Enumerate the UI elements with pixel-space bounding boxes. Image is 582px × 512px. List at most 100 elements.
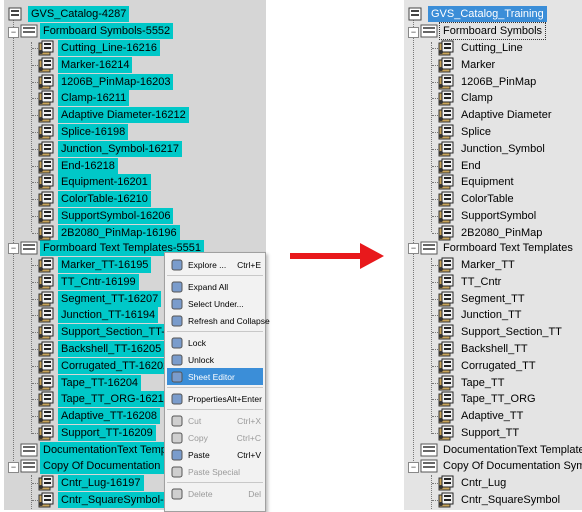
tree-item[interactable]: Segment_TT: [438, 291, 528, 307]
tree-item[interactable]: Backshell_TT: [438, 341, 531, 357]
right-tree-panel: GVS_Catalog_Training − Formboard Symbols…: [404, 0, 582, 510]
symbol-sheet-icon: [438, 425, 454, 441]
tree-item[interactable]: 2B2080_PinMap-16196: [38, 224, 180, 241]
collapse-icon[interactable]: −: [8, 243, 19, 254]
symbol-sheet-icon: [438, 257, 454, 273]
tree-folder-formboard-symbols[interactable]: Formboard Symbols: [420, 22, 547, 40]
tree-item[interactable]: SupportSymbol-16206: [38, 208, 174, 224]
menu-item[interactable]: Sheet Editor: [167, 368, 263, 385]
tree-item[interactable]: 1206B_PinMap-16203: [38, 73, 174, 90]
tree-item[interactable]: Marker: [438, 57, 498, 73]
tree-item[interactable]: 2B2080_PinMap: [438, 225, 545, 241]
symbol-sheet-icon: [438, 291, 454, 307]
tree-item[interactable]: Tape_TT: [438, 375, 507, 391]
tree-item[interactable]: Cntr_Lug-16197: [38, 475, 144, 491]
tree-item-label: Corrugated_TT: [461, 359, 536, 372]
tree-item[interactable]: Tape_TT_ORG-16213: [38, 391, 173, 408]
copy-icon: [170, 431, 184, 445]
symbol-sheet-icon: [438, 391, 454, 407]
tree-item-label: Adaptive_TT: [461, 410, 524, 423]
tree-item-label: TT_Cntr: [461, 275, 502, 288]
tree-item[interactable]: Marker-16214: [38, 56, 133, 73]
tree-item[interactable]: TT_Cntr: [438, 274, 504, 290]
tree-item[interactable]: Tape_TT-16204: [38, 374, 142, 391]
tree-item-label: Backshell_TT: [461, 343, 528, 355]
tree-root[interactable]: GVS_Catalog_Training: [408, 6, 547, 22]
tree-item[interactable]: Segment_TT-16207: [38, 290, 162, 307]
tree-item[interactable]: Adaptive Diameter: [438, 107, 555, 123]
tree-item[interactable]: Corrugated_TT: [438, 358, 539, 374]
tree-item-label: ColorTable-16210: [58, 191, 151, 208]
tree-folder-documentation-text-templates[interactable]: DocumentationText Templates: [420, 442, 582, 458]
tree-item[interactable]: Support_Section_TT: [438, 324, 565, 340]
tree-item[interactable]: Cntr_SquareSymbol: [438, 492, 563, 508]
menu-item[interactable]: Paste Special: [167, 463, 263, 480]
tree-item[interactable]: Cutting_Line-16216: [38, 40, 161, 56]
menu-item[interactable]: Expand All: [167, 278, 263, 295]
symbol-sheet-icon: [38, 191, 54, 207]
tree-item-label: Support_Section_TT: [461, 326, 562, 339]
tree-item[interactable]: Junction_TT-16194: [38, 307, 159, 324]
menu-item-label: Copy: [188, 432, 208, 443]
tree-item[interactable]: Splice: [438, 124, 494, 140]
symbol-sheet-icon: [38, 225, 54, 241]
menu-item[interactable]: Unlock: [167, 351, 263, 368]
tree-item[interactable]: Equipment-16201: [38, 174, 151, 191]
folder-label: DocumentationText Templates: [443, 444, 582, 456]
tree-folder-formboard-text-templates[interactable]: Formboard Text Templates: [420, 240, 576, 256]
symbol-sheet-icon: [38, 57, 54, 73]
symbol-sheet-icon: [38, 408, 54, 424]
tree-item[interactable]: End-16218: [38, 157, 118, 174]
menu-item[interactable]: Lock: [167, 334, 263, 351]
tree-item[interactable]: Support_TT-16209: [38, 425, 156, 441]
menu-item[interactable]: Copy Ctrl+C: [167, 429, 263, 446]
menu-item[interactable]: Cut Ctrl+X: [167, 412, 263, 429]
collapse-icon[interactable]: −: [408, 243, 419, 254]
tree-item[interactable]: Adaptive Diameter-16212: [38, 107, 189, 124]
tree-item[interactable]: Splice-16198: [38, 124, 129, 140]
tree-item-label: Segment_TT: [461, 292, 525, 305]
tree-item[interactable]: End: [438, 158, 484, 174]
tree-item[interactable]: Junction_Symbol-16217: [38, 140, 183, 157]
tree-item[interactable]: Corrugated_TT-16202: [38, 357, 173, 374]
symbol-sheet-icon: [38, 274, 54, 290]
tree-item[interactable]: Clamp-16211: [38, 90, 130, 107]
tree-item[interactable]: Adaptive_TT-16208: [38, 408, 161, 425]
collapse-icon[interactable]: −: [408, 462, 419, 473]
tree-item[interactable]: Clamp: [438, 90, 496, 106]
symbol-sheet-icon: [438, 274, 454, 290]
tree-item[interactable]: Cntr_Lug: [438, 475, 509, 491]
menu-separator: [167, 275, 263, 276]
symbol-sheet-icon: [38, 208, 54, 224]
tree-item[interactable]: Adaptive_TT: [438, 408, 526, 424]
tree-item[interactable]: Backshell_TT-16205: [38, 341, 165, 357]
collapse-icon[interactable]: −: [8, 462, 19, 473]
collapse-icon[interactable]: −: [8, 27, 19, 38]
menu-item[interactable]: Delete Del: [167, 485, 263, 502]
tree-item[interactable]: 1206B_PinMap: [438, 74, 539, 90]
tree-item[interactable]: ColorTable: [438, 191, 517, 207]
tree-item[interactable]: Tape_TT_ORG: [438, 391, 539, 407]
tree-root[interactable]: GVS_Catalog-4287: [8, 6, 130, 22]
tree-item[interactable]: Equipment: [438, 174, 517, 190]
tree-item[interactable]: TT_Cntr-16199: [38, 273, 139, 290]
tree-item[interactable]: Marker_TT-16195: [38, 257, 152, 273]
menu-item-shortcut: Ctrl+X: [237, 415, 261, 426]
tree-folder-copy-of-documentation[interactable]: Copy Of Documentation Symbols: [420, 458, 582, 474]
tree-item[interactable]: SupportSymbol: [438, 208, 539, 224]
menu-item[interactable]: Paste Ctrl+V: [167, 446, 263, 463]
tree-item[interactable]: Junction_TT: [438, 307, 525, 323]
tree-item[interactable]: Marker_TT: [438, 257, 518, 273]
tree-folder-formboard-symbols[interactable]: Formboard Symbols-5552: [20, 23, 174, 39]
menu-item[interactable]: Explore ... Ctrl+E: [167, 256, 263, 273]
menu-item[interactable]: Properties Alt+Enter: [167, 390, 263, 407]
delete-icon: [170, 487, 184, 501]
tree-item[interactable]: ColorTable-16210: [38, 191, 151, 208]
menu-item[interactable]: Refresh and Collapse: [167, 312, 270, 329]
menu-item[interactable]: Select Under...: [167, 295, 263, 312]
tree-item[interactable]: Support_TT: [438, 425, 522, 441]
symbol-sheet-icon: [38, 358, 54, 374]
tree-item[interactable]: Cutting_Line: [438, 40, 526, 56]
tree-item[interactable]: Junction_Symbol: [438, 141, 548, 157]
collapse-icon[interactable]: −: [408, 27, 419, 38]
